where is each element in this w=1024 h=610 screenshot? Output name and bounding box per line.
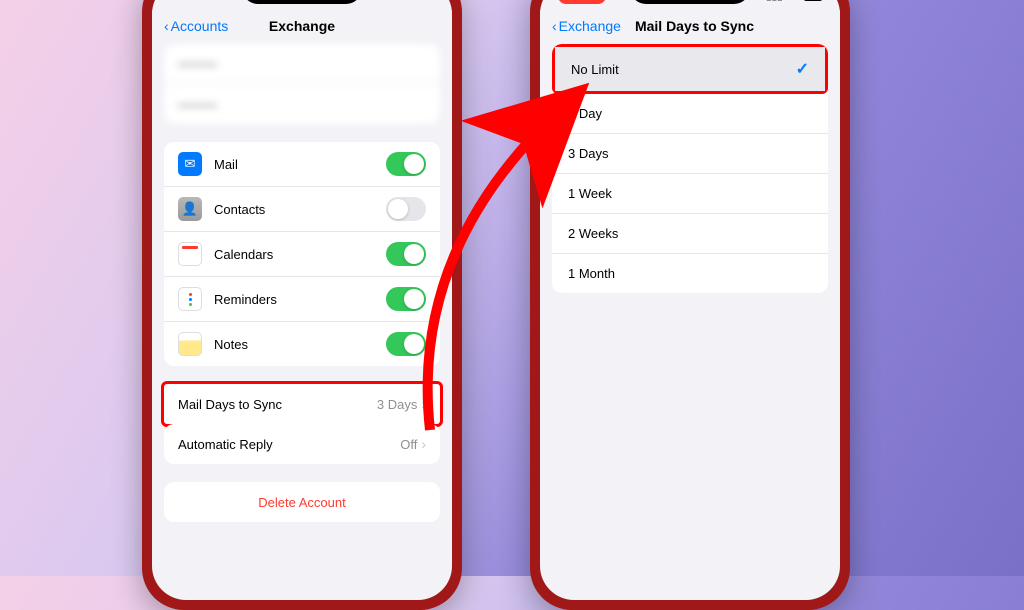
- notes-icon: [178, 332, 202, 356]
- option-label: 1 Day: [568, 106, 602, 121]
- contacts-icon: 👤: [178, 197, 202, 221]
- delete-account-button[interactable]: Delete Account: [164, 482, 440, 522]
- auto-reply-row[interactable]: Automatic Reply Off ›: [164, 424, 440, 464]
- auto-reply-value: Off: [400, 437, 417, 452]
- mail-days-value: 3 Days: [377, 397, 417, 412]
- chevron-right-icon: ›: [421, 396, 426, 412]
- option-1-day[interactable]: 1 Day: [552, 94, 828, 134]
- mail-icon: ✉: [178, 152, 202, 176]
- mail-days-row[interactable]: Mail Days to Sync 3 Days ›: [164, 384, 440, 424]
- notes-row[interactable]: Notes: [164, 322, 440, 366]
- nav-bar: ‹ Exchange Mail Days to Sync: [540, 10, 840, 44]
- screen-right: 10:15 ▮▮▮ 4G ‹ Exchange Mail Days to Syn…: [540, 0, 840, 600]
- notes-label: Notes: [214, 337, 386, 352]
- option-no-limit[interactable]: No Limit ✓: [555, 47, 825, 91]
- back-label: Accounts: [171, 18, 229, 34]
- auto-reply-label: Automatic Reply: [178, 437, 400, 452]
- calendar-icon: [178, 242, 202, 266]
- option-label: No Limit: [571, 62, 619, 77]
- option-1-month[interactable]: 1 Month: [552, 254, 828, 293]
- reminders-label: Reminders: [214, 292, 386, 307]
- signal-icon: ▮▮▮: [766, 0, 783, 2]
- mail-toggle[interactable]: [386, 152, 426, 176]
- account-row: ———: [164, 84, 440, 124]
- notes-toggle[interactable]: [386, 332, 426, 356]
- option-1-week[interactable]: 1 Week: [552, 174, 828, 214]
- options-section: No Limit ✓ 1 Day 3 Days 1 Week 2 Weeks: [552, 44, 828, 293]
- page-title: Exchange: [269, 18, 335, 34]
- reminders-toggle[interactable]: [386, 287, 426, 311]
- phone-right: 10:15 ▮▮▮ 4G ‹ Exchange Mail Days to Syn…: [530, 0, 850, 610]
- page-title: Mail Days to Sync: [635, 18, 754, 34]
- phone-left: ‹ Accounts Exchange ——— ——— ✉ Mail 👤 Con…: [142, 0, 462, 610]
- option-label: 1 Week: [568, 186, 612, 201]
- chevron-left-icon: ‹: [552, 18, 557, 34]
- status-right: ▮▮▮ 4G: [766, 0, 822, 2]
- chevron-left-icon: ‹: [164, 18, 169, 34]
- option-label: 2 Weeks: [568, 226, 618, 241]
- option-2-weeks[interactable]: 2 Weeks: [552, 214, 828, 254]
- back-button[interactable]: ‹ Accounts: [164, 18, 228, 34]
- option-label: 3 Days: [568, 146, 608, 161]
- contacts-row[interactable]: 👤 Contacts: [164, 187, 440, 232]
- delete-section: Delete Account: [164, 482, 440, 522]
- contacts-toggle[interactable]: [386, 197, 426, 221]
- calendars-toggle[interactable]: [386, 242, 426, 266]
- calendars-label: Calendars: [214, 247, 386, 262]
- reminders-icon: [178, 287, 202, 311]
- contacts-label: Contacts: [214, 202, 386, 217]
- nav-bar: ‹ Accounts Exchange: [152, 10, 452, 44]
- option-3-days[interactable]: 3 Days: [552, 134, 828, 174]
- screen-left: ‹ Accounts Exchange ——— ——— ✉ Mail 👤 Con…: [152, 0, 452, 600]
- network-label: 4G: [787, 0, 800, 2]
- calendars-row[interactable]: Calendars: [164, 232, 440, 277]
- mail-label: Mail: [214, 157, 386, 172]
- delete-label: Delete Account: [258, 495, 345, 510]
- back-label: Exchange: [559, 18, 621, 34]
- notch: [630, 0, 750, 4]
- auto-reply-section: Automatic Reply Off ›: [164, 424, 440, 464]
- mail-days-label: Mail Days to Sync: [178, 397, 377, 412]
- battery-icon: [804, 0, 822, 1]
- apps-section: ✉ Mail 👤 Contacts Calendars: [164, 142, 440, 366]
- mail-row[interactable]: ✉ Mail: [164, 142, 440, 187]
- chevron-right-icon: ›: [421, 436, 426, 452]
- back-button[interactable]: ‹ Exchange: [552, 18, 621, 34]
- option-label: 1 Month: [568, 266, 615, 281]
- mail-days-section: Mail Days to Sync 3 Days ›: [161, 381, 443, 427]
- account-row: ———: [164, 44, 440, 84]
- notch: [242, 0, 362, 4]
- reminders-row[interactable]: Reminders: [164, 277, 440, 322]
- checkmark-icon: ✓: [796, 59, 809, 79]
- account-info-section: ——— ———: [164, 44, 440, 124]
- status-time: 10:15: [558, 0, 606, 4]
